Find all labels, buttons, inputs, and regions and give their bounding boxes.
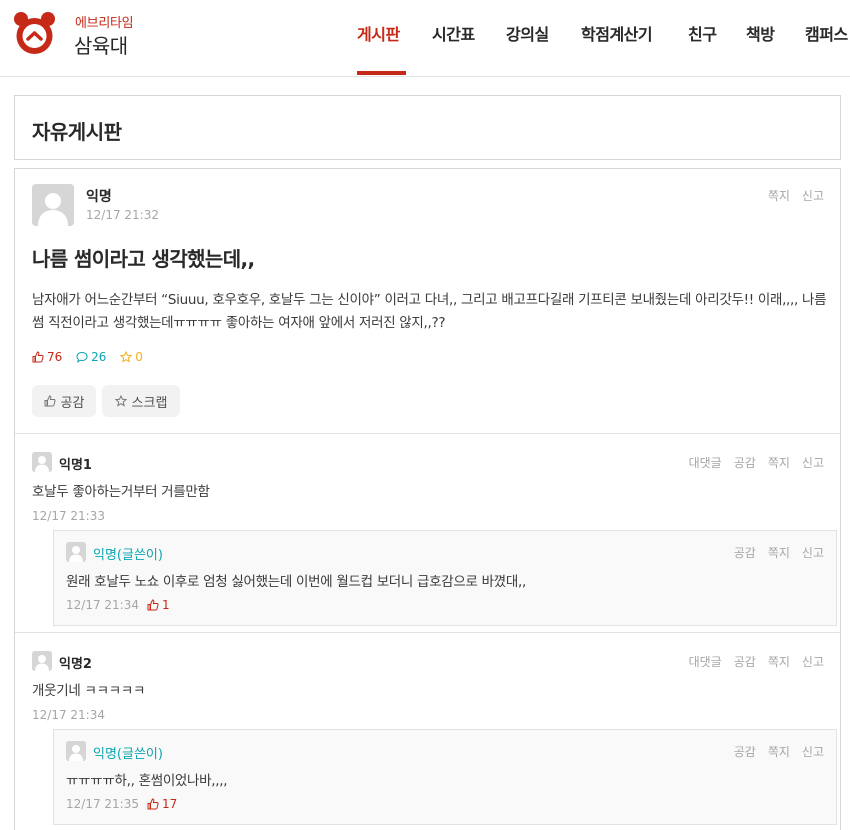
reply-like-button[interactable]: 공감 xyxy=(734,546,756,560)
scrap-count: 0 xyxy=(120,350,143,364)
board-title-box: 자유게시판 xyxy=(14,95,841,160)
report-button[interactable]: 신고 xyxy=(802,745,824,759)
nav-item-timetable[interactable]: 시간표 xyxy=(432,21,475,45)
comment-item: 익명1 대댓글 공감 쪽지 신고 호날두 좋아하는거부터 거를만함 12/17 21:… xyxy=(15,433,840,633)
message-button[interactable]: 쪽지 xyxy=(768,189,790,203)
like-button[interactable]: 공감 xyxy=(32,385,96,417)
nav-item-lectures[interactable]: 강의실 xyxy=(506,21,549,45)
avatar-icon xyxy=(32,651,52,671)
brand-sub: 에브리타임 xyxy=(75,16,134,31)
reply-actions: 공감 쪽지 신고 xyxy=(722,743,824,760)
nav-active-indicator xyxy=(357,71,406,75)
reply-item: 익명(글쓴이) 공감 쪽지 신고 원래 호날두 노쇼 이후로 엄청 싫어했는데 이번… xyxy=(53,530,837,626)
comment-text: 호날두 좋아하는거부터 거를만함 xyxy=(32,484,210,500)
top-header: 에브리타임 삼육대 게시판 시간표 강의실 학점계산기 친구 책방 캠퍼스 xyxy=(0,0,850,77)
scrap-button-label: 스크랩 xyxy=(131,395,168,411)
star-icon xyxy=(120,351,133,363)
star-icon xyxy=(114,395,127,407)
report-button[interactable]: 신고 xyxy=(802,456,824,470)
post-body: 남자애가 어느순간부터 “Siuuu, 호우호우, 호날두 그는 신이야” 이러… xyxy=(32,292,827,331)
comment-like-button[interactable]: 공감 xyxy=(734,655,756,669)
avatar-icon xyxy=(32,184,74,226)
report-button[interactable]: 신고 xyxy=(802,655,824,669)
post-stats: 76 26 0 xyxy=(32,350,153,366)
thumbs-up-icon xyxy=(147,599,159,611)
reply-like-button[interactable]: 공감 xyxy=(734,745,756,759)
nav-item-gpa-calculator[interactable]: 학점계산기 xyxy=(581,21,653,45)
comment-time: 12/17 21:33 xyxy=(32,509,105,523)
report-button[interactable]: 신고 xyxy=(802,546,824,560)
reply-meta: 12/17 21:35 17 xyxy=(66,797,177,811)
comment-actions: 대댓글 공감 쪽지 신고 xyxy=(677,454,824,471)
vote-count-value: 76 xyxy=(47,350,63,364)
comment-actions: 대댓글 공감 쪽지 신고 xyxy=(677,653,824,670)
thumbs-up-icon xyxy=(44,395,56,407)
thumbs-up-icon xyxy=(32,351,44,363)
reply-time: 12/17 21:35 xyxy=(66,797,139,811)
everytime-logo-icon[interactable] xyxy=(13,11,56,56)
reply-item: 익명(글쓴이) 공감 쪽지 신고 ㅠㅠㅠㅠ하,, 혼썸이었나바,,,, 12/17 … xyxy=(53,729,837,825)
scrap-count-value: 0 xyxy=(135,350,143,364)
reply-text: 원래 호날두 노쇼 이후로 엄청 싫어했는데 이번에 월드컵 보더니 급호감으로… xyxy=(66,574,526,590)
thumbs-up-icon xyxy=(147,798,159,810)
nav-item-campus[interactable]: 캠퍼스 xyxy=(805,21,848,45)
school-name[interactable]: 삼육대 xyxy=(74,30,128,59)
reply-author: 익명(글쓴이) xyxy=(93,747,163,762)
reply-time: 12/17 21:34 xyxy=(66,598,139,612)
reply-vote-count: 1 xyxy=(147,598,170,612)
comment-time: 12/17 21:34 xyxy=(32,708,105,722)
comment-like-button[interactable]: 공감 xyxy=(734,456,756,470)
post-title: 나름 썸이라고 생각했는데,, xyxy=(32,247,255,271)
comment-count-value: 26 xyxy=(91,350,107,364)
message-button[interactable]: 쪽지 xyxy=(768,745,790,759)
comment-author: 익명1 xyxy=(59,458,92,473)
report-button[interactable]: 신고 xyxy=(802,189,824,203)
reply-text: ㅠㅠㅠㅠ하,, 혼썸이었나바,,,, xyxy=(66,773,228,789)
reply-vote-count: 17 xyxy=(147,797,177,811)
post-time: 12/17 21:32 xyxy=(86,208,159,222)
message-button[interactable]: 쪽지 xyxy=(768,655,790,669)
nav-item-board[interactable]: 게시판 xyxy=(357,21,400,45)
board-title[interactable]: 자유게시판 xyxy=(32,116,122,145)
post-author: 익명 xyxy=(86,189,112,205)
reply-actions: 공감 쪽지 신고 xyxy=(722,544,824,561)
nav-item-friends[interactable]: 친구 xyxy=(688,21,717,45)
comment-item: 익명2 대댓글 공감 쪽지 신고 개웃기네 ㅋㅋㅋㅋㅋ 12/17 21:34 익명(… xyxy=(15,632,840,830)
reply-button[interactable]: 대댓글 xyxy=(689,655,722,669)
nav-item-bookstore[interactable]: 책방 xyxy=(746,21,775,45)
reply-meta: 12/17 21:34 1 xyxy=(66,598,170,612)
reply-vote-value: 17 xyxy=(161,797,178,811)
comment-bubble-icon xyxy=(76,351,88,363)
avatar-icon xyxy=(66,741,86,761)
avatar-icon xyxy=(66,542,86,562)
post-actions: 쪽지 신고 xyxy=(756,187,824,204)
like-button-label: 공감 xyxy=(60,395,85,411)
article: 익명 12/17 21:32 쪽지 신고 나름 썸이라고 생각했는데,, 남자애가… xyxy=(14,168,841,830)
message-button[interactable]: 쪽지 xyxy=(768,546,790,560)
reply-author: 익명(글쓴이) xyxy=(93,548,163,563)
message-button[interactable]: 쪽지 xyxy=(768,456,790,470)
vote-count: 76 xyxy=(32,350,62,364)
comment-text: 개웃기네 ㅋㅋㅋㅋㅋ xyxy=(32,683,146,699)
comment-count: 26 xyxy=(76,350,106,364)
comment-author: 익명2 xyxy=(59,657,92,672)
reply-button[interactable]: 대댓글 xyxy=(689,456,722,470)
avatar-icon xyxy=(32,452,52,472)
reply-vote-value: 1 xyxy=(161,598,170,612)
scrap-button[interactable]: 스크랩 xyxy=(102,385,180,417)
